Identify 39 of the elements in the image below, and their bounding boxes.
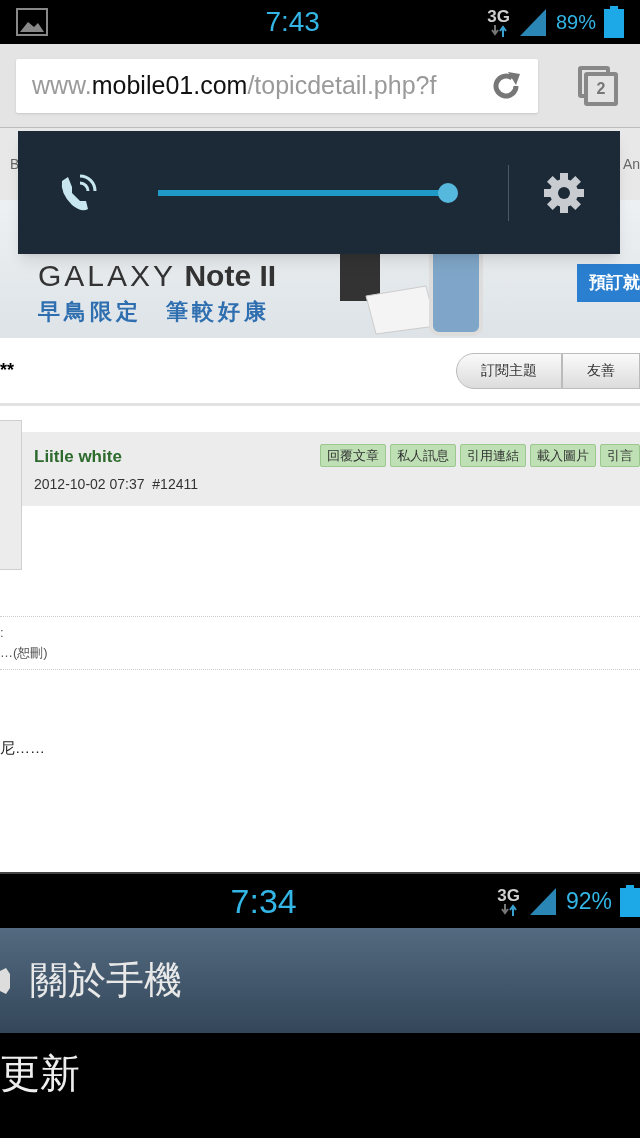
url-text: www.mobile01.com/topicdetail.php?f [32, 69, 437, 101]
topic-button[interactable]: 訂閱主題 [456, 352, 562, 389]
battery-percent: 89% [555, 10, 596, 35]
signal-icon [527, 886, 558, 916]
settings-item[interactable]: 更新 [0, 1043, 80, 1103]
banner-title: GALAXY Note II [38, 261, 277, 291]
url-field[interactable]: www.mobile01.com/topicdetail.php?f [16, 58, 538, 113]
quote-text: : [0, 624, 5, 642]
post-action-button[interactable]: 引用連結 [460, 444, 526, 467]
post-body: 尼…… [0, 739, 45, 756]
post-action-button[interactable]: 私人訊息 [390, 444, 456, 467]
battery-percent: 92% [565, 886, 612, 916]
preorder-button[interactable]: 預訂就 [577, 264, 640, 302]
banner-slogan: 筆較好康 [166, 298, 270, 326]
settings-icon[interactable] [543, 171, 585, 214]
battery-icon [604, 6, 624, 38]
data-arrows-icon [490, 24, 507, 37]
nav-link[interactable]: B [10, 153, 20, 175]
signal-icon [517, 7, 548, 37]
picture-notification-icon [16, 8, 48, 36]
banner-slogan: 早鳥限定 [38, 298, 142, 326]
volume-slider[interactable] [158, 182, 458, 203]
nav-link[interactable]: An [622, 153, 640, 175]
topic-button[interactable]: 友善 [562, 352, 640, 389]
clock: 7:34 [230, 880, 297, 922]
network-type: 3G [487, 7, 510, 25]
clock: 7:43 [265, 5, 320, 39]
post-action-button[interactable]: 引言 [600, 444, 640, 467]
quote-text: …(恕刪) [0, 644, 49, 662]
settings-title: 關於手機 [30, 958, 182, 1003]
post-action-button[interactable]: 載入圖片 [530, 444, 596, 467]
data-arrows-icon [500, 903, 517, 916]
topic-title: ** [0, 359, 14, 382]
post-action-button[interactable]: 回覆文章 [320, 444, 386, 467]
battery-icon [620, 885, 640, 917]
refresh-icon[interactable] [490, 69, 522, 102]
post-author[interactable]: Liitle white [34, 444, 198, 470]
network-type: 3G [497, 886, 520, 904]
post-meta: 2012-10-02 07:37 #12411 [34, 474, 198, 494]
